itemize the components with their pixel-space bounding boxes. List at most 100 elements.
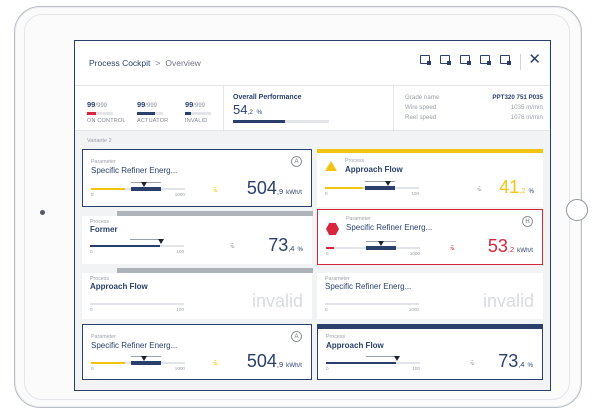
invalid-label: invalid — [482, 291, 534, 311]
breadcrumb-separator: > — [155, 58, 161, 68]
window-icon[interactable] — [460, 55, 473, 67]
warning-triangle-icon — [325, 161, 337, 171]
kpi-tile[interactable]: Parameter Specific Refiner Energ... H 0 … — [317, 209, 543, 265]
gauge-max: 1000 — [409, 251, 420, 256]
tile-value: 504,9 kWh/t — [247, 351, 302, 372]
overall-value: 54 — [233, 102, 248, 117]
tile-value: 53,2 kWh/t — [488, 236, 533, 257]
overall-decimal: ,2 — [247, 109, 253, 116]
status-max: /999 — [145, 103, 158, 109]
device-frame: Process Cockpit > Overview ✕ 99/999 ON CON… — [0, 0, 595, 415]
kpi-tile[interactable]: Process Approach Flow 0 100 ⩯ 41,2% — [317, 149, 543, 207]
window-icon[interactable] — [500, 55, 513, 67]
mode-badge: A — [291, 156, 302, 167]
wire-speed-value: 1035 m/min — [510, 104, 543, 111]
tile-value: 73,4% — [498, 351, 533, 372]
trend-arrows-icon: ⩯ — [477, 185, 482, 194]
value-int: 73 — [498, 351, 519, 371]
tile-gauge: 0 100 — [325, 179, 419, 196]
divider — [223, 86, 224, 132]
status-actuator[interactable]: 99/999 ACTUATOR — [137, 100, 168, 124]
overall-title: Overall Performance — [233, 94, 302, 101]
value-decimal: ,4 — [288, 244, 295, 253]
close-icon[interactable]: ✕ — [528, 52, 541, 67]
value-decimal: ,9 — [276, 187, 284, 196]
status-max: /999 — [95, 103, 108, 109]
alarm-hexagon-icon — [326, 223, 339, 235]
value-unit: % — [527, 362, 533, 369]
kpi-tile[interactable]: Process Former 0 100 ⩯ 73,4% — [82, 216, 312, 264]
trend-arrows-icon: ⩯ — [470, 359, 475, 368]
kpi-tile[interactable]: Parameter Specific Refiner Energ... 0 10… — [317, 273, 543, 319]
app-screen: Process Cockpit > Overview ✕ 99/999 ON CON… — [74, 40, 551, 391]
camera-icon — [40, 210, 45, 215]
window-icon[interactable] — [440, 55, 453, 67]
reel-speed-value: 1076 m/min — [510, 114, 543, 121]
tile-name: Approach Flow — [345, 165, 403, 174]
tile-kind: Parameter — [91, 334, 116, 340]
mode-badge: A — [291, 331, 302, 342]
value-int: 53 — [487, 236, 508, 256]
gauge-min: 0 — [325, 191, 328, 196]
status-on-control[interactable]: 99/999 ON CONTROL — [87, 100, 126, 124]
value-decimal: ,2 — [519, 186, 526, 195]
value-unit: kWh/t — [517, 247, 533, 254]
value-decimal: ,4 — [518, 360, 525, 369]
status-strip — [318, 325, 542, 329]
invalid-label: invalid — [251, 291, 303, 311]
home-button[interactable] — [566, 199, 588, 221]
grade-value: PPT320 751 P035 — [492, 94, 543, 101]
trend-arrows-icon: ⩯ — [213, 186, 218, 195]
tile-name: Specific Refiner Energ... — [346, 223, 433, 232]
window-icon[interactable] — [420, 55, 433, 67]
tile-name: Specific Refiner Energ... — [91, 166, 178, 175]
tile-gauge: 0 1000 — [91, 354, 185, 371]
overall-progress-bar — [233, 120, 329, 123]
gauge-max: 1000 — [408, 307, 419, 312]
gauge-max: 100 — [176, 307, 184, 312]
value-int: 73 — [268, 235, 289, 255]
tile-kind: Process — [326, 334, 346, 340]
tile-name: Approach Flow — [90, 282, 148, 291]
value-decimal: ,9 — [276, 360, 284, 369]
kpi-tile[interactable]: Process Approach Flow 0 100 ⩯ 73,4% — [317, 324, 543, 380]
overall-progress-fill — [233, 120, 285, 123]
status-strip — [317, 149, 543, 153]
tile-name: Specific Refiner Energ... — [325, 282, 412, 291]
tile-name: Former — [90, 225, 118, 234]
kpi-tile[interactable]: Parameter Specific Refiner Energ... A 0 … — [82, 149, 312, 207]
toolbar-divider — [520, 54, 521, 70]
window-icon[interactable] — [480, 55, 493, 67]
value-int: 41 — [499, 177, 520, 197]
grade-label: Grade name — [405, 94, 440, 101]
status-max: /999 — [193, 103, 206, 109]
gauge-min: 0 — [326, 251, 329, 256]
header-bar: Process Cockpit > Overview ✕ — [75, 41, 549, 85]
status-invalid[interactable]: 99/999 INVALID — [185, 100, 211, 124]
gauge-max: 100 — [176, 249, 184, 254]
tile-value: 73,4% — [268, 235, 303, 256]
kpi-tile[interactable]: Process Approach Flow 0 100 invalid — [82, 273, 312, 319]
divider — [393, 86, 394, 132]
tile-kind: Parameter — [91, 159, 116, 165]
trend-arrows-icon: ⩯ — [230, 242, 235, 251]
status-bar: 99/999 ON CONTROL 99/999 ACTUATOR 99/999… — [75, 85, 549, 132]
trend-arrows-icon: ⩯ — [213, 359, 218, 368]
status-label: INVALID — [185, 118, 208, 124]
value-int: 504 — [246, 178, 277, 198]
value-decimal: ,2 — [507, 245, 515, 254]
tile-gauge: 0 100 — [90, 237, 184, 254]
gauge-min: 0 — [90, 249, 93, 254]
gauge-min: 0 — [326, 366, 329, 371]
reel-speed-label: Reel speed — [405, 114, 437, 121]
value-unit: % — [297, 246, 303, 253]
kpi-tile[interactable]: Parameter Specific Refiner Energ... A 0 … — [82, 324, 312, 380]
value-int: 504 — [246, 351, 277, 371]
trend-arrows-icon: ⩯ — [450, 244, 455, 253]
mode-badge: H — [522, 216, 533, 227]
gauge-min: 0 — [90, 307, 93, 312]
breadcrumb-root[interactable]: Process Cockpit — [89, 58, 150, 68]
gauge-max: 1000 — [174, 192, 185, 197]
value-unit: kWh/t — [286, 362, 302, 369]
gauge-max: 1000 — [174, 366, 185, 371]
